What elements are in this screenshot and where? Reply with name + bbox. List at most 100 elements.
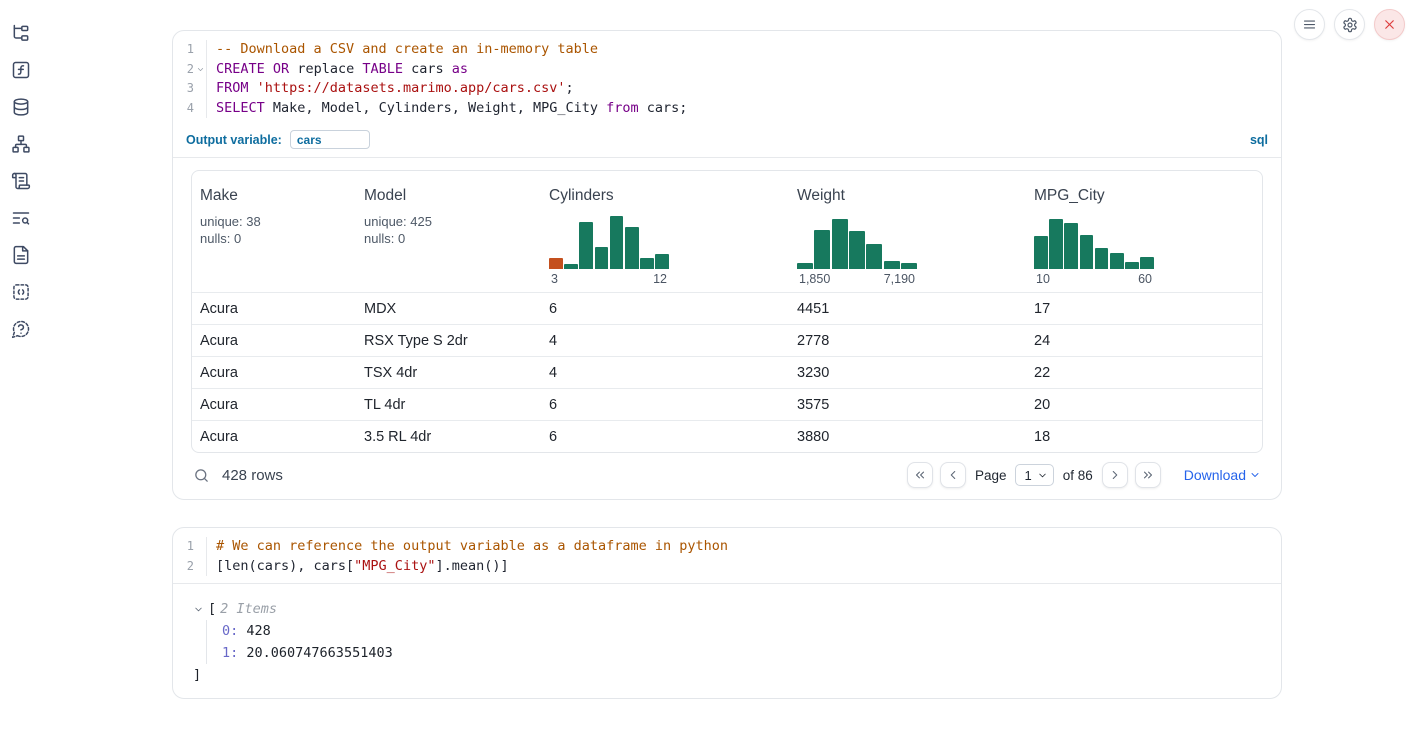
- code-token-plain: [249, 80, 257, 96]
- sidebar-button-scroll-text[interactable]: [11, 171, 31, 191]
- tree-entry: 0: 428: [222, 620, 1263, 642]
- column-header-cylinders[interactable]: Cylinders 312: [541, 171, 789, 292]
- menu-button[interactable]: [1294, 9, 1325, 40]
- page-select[interactable]: 1: [1015, 464, 1053, 486]
- column-header-model[interactable]: Modelunique: 425nulls: 0: [356, 171, 541, 292]
- table-cell: 2778: [789, 333, 1026, 349]
- histogram-bar: [814, 230, 830, 269]
- next-page-button[interactable]: [1102, 462, 1128, 488]
- chevron-right-icon: [1108, 468, 1122, 482]
- column-header-mpg_city[interactable]: MPG_City1060: [1026, 171, 1262, 292]
- code-line[interactable]: 4SELECT Make, Model, Cylinders, Weight, …: [173, 99, 1281, 119]
- table-cell: RSX Type S 2dr: [356, 333, 541, 349]
- axis-max-label: 60: [1138, 272, 1152, 286]
- page-label: Page: [975, 468, 1007, 483]
- table-cell: 6: [541, 301, 789, 317]
- fold-zone: [194, 557, 206, 577]
- code-line[interactable]: 2[len(cars), cars["MPG_City"].mean()]: [173, 557, 1281, 577]
- table-cell: MDX: [356, 301, 541, 317]
- tree-collapse-icon[interactable]: [193, 604, 204, 615]
- python-cell: 1# We can reference the output variable …: [172, 527, 1282, 699]
- chevron-left-icon: [946, 468, 960, 482]
- axis-min-label: 1,850: [799, 272, 830, 286]
- code-text: -- Download a CSV and create an in-memor…: [207, 40, 598, 60]
- column-stat: nulls: 0: [200, 231, 348, 248]
- sidebar-button-dependency-graph[interactable]: [11, 134, 31, 154]
- search-icon[interactable]: [193, 467, 210, 484]
- tree-open-bracket: [: [208, 601, 216, 617]
- sidebar-button-database[interactable]: [11, 97, 31, 117]
- table-cell: 17: [1026, 301, 1262, 317]
- histogram-bar: [595, 247, 609, 269]
- fold-zone: [194, 99, 206, 119]
- code-token-string: "MPG_City": [354, 558, 435, 574]
- histogram-bars: [1034, 216, 1154, 269]
- table-cell: 6: [541, 397, 789, 413]
- last-page-button[interactable]: [1135, 462, 1161, 488]
- prev-page-button[interactable]: [940, 462, 966, 488]
- table-cell: 3.5 RL 4dr: [356, 429, 541, 445]
- tree-entry: 1: 20.060747663551403: [222, 642, 1263, 664]
- code-line[interactable]: 1# We can reference the output variable …: [173, 537, 1281, 557]
- column-header-make[interactable]: Makeunique: 38nulls: 0: [192, 171, 356, 292]
- sidebar-button-text-search[interactable]: [11, 208, 31, 228]
- histogram-axis-labels: 312: [549, 272, 669, 286]
- column-title: Weight: [797, 187, 1018, 205]
- code-text: FROM 'https://datasets.marimo.app/cars.c…: [207, 79, 574, 99]
- code-line[interactable]: 2CREATE OR replace TABLE cars as: [173, 60, 1281, 80]
- help-bubble-icon: [11, 319, 31, 339]
- histogram-bar: [564, 264, 578, 269]
- sidebar: [0, 23, 42, 339]
- tree-entry-key: 1:: [222, 645, 238, 661]
- table-row: AcuraTL 4dr6357520: [192, 388, 1262, 420]
- sidebar-button-function-square[interactable]: [11, 60, 31, 80]
- code-line[interactable]: 3FROM 'https://datasets.marimo.app/cars.…: [173, 79, 1281, 99]
- code-token-keyword: from: [606, 100, 639, 116]
- tree-entry-value: 20.060747663551403: [246, 645, 392, 661]
- code-token-plain: cars: [403, 61, 452, 77]
- function-square-icon: [11, 60, 31, 80]
- table-header: Makeunique: 38nulls: 0Modelunique: 425nu…: [192, 171, 1262, 292]
- table-cell: 4: [541, 333, 789, 349]
- sql-editor[interactable]: 1 -- Download a CSV and create an in-memo…: [173, 31, 1281, 125]
- column-title: Cylinders: [549, 187, 781, 205]
- sidebar-button-help-bubble[interactable]: [11, 319, 31, 339]
- code-line[interactable]: 1 -- Download a CSV and create an in-memo…: [173, 40, 1281, 60]
- histogram-bar: [1080, 235, 1094, 269]
- sidebar-button-code-snippet[interactable]: [11, 282, 31, 302]
- data-table: Makeunique: 38nulls: 0Modelunique: 425nu…: [191, 170, 1263, 453]
- line-number: 1: [174, 40, 194, 60]
- chevron-down-icon: [1249, 469, 1261, 481]
- line-number-gutter: 2: [173, 557, 207, 577]
- line-number-gutter: 3: [173, 79, 207, 99]
- settings-button[interactable]: [1334, 9, 1365, 40]
- first-page-button[interactable]: [907, 462, 933, 488]
- close-button[interactable]: [1374, 9, 1405, 40]
- tree-entry-key: 0:: [222, 623, 238, 639]
- table-cell: 22: [1026, 365, 1262, 381]
- column-header-weight[interactable]: Weight 1,850 7,190: [789, 171, 1026, 292]
- code-token-string: 'https://datasets.marimo.app/cars.csv': [257, 80, 566, 96]
- sidebar-button-file-tree[interactable]: [11, 23, 31, 43]
- code-text: [len(cars), cars["MPG_City"].mean()]: [207, 557, 509, 577]
- output-variable-input[interactable]: [290, 130, 370, 149]
- download-button[interactable]: Download: [1184, 467, 1261, 483]
- fold-zone[interactable]: [194, 60, 206, 80]
- table-footer: 428 rows Page 1 of 86 Download: [191, 461, 1263, 489]
- python-editor[interactable]: 1# We can reference the output variable …: [173, 528, 1281, 584]
- line-number-gutter: 2: [173, 60, 207, 80]
- tree-root-row: [ 2 Items: [193, 598, 1263, 620]
- code-text: # We can reference the output variable a…: [207, 537, 728, 557]
- language-badge[interactable]: sql: [1250, 133, 1268, 147]
- sidebar-button-file-text[interactable]: [11, 245, 31, 265]
- scroll-text-icon: [11, 171, 31, 191]
- tree-items-count: 2 Items: [220, 601, 277, 617]
- line-number: 4: [174, 99, 194, 119]
- table-row: AcuraTSX 4dr4323022: [192, 356, 1262, 388]
- table-cell: 24: [1026, 333, 1262, 349]
- axis-max-label: 7,190: [884, 272, 915, 286]
- sql-cell: 1 -- Download a CSV and create an in-memo…: [172, 30, 1282, 500]
- table-cell: Acura: [192, 429, 356, 445]
- topbar: [1294, 9, 1405, 40]
- histogram-bar: [797, 263, 813, 269]
